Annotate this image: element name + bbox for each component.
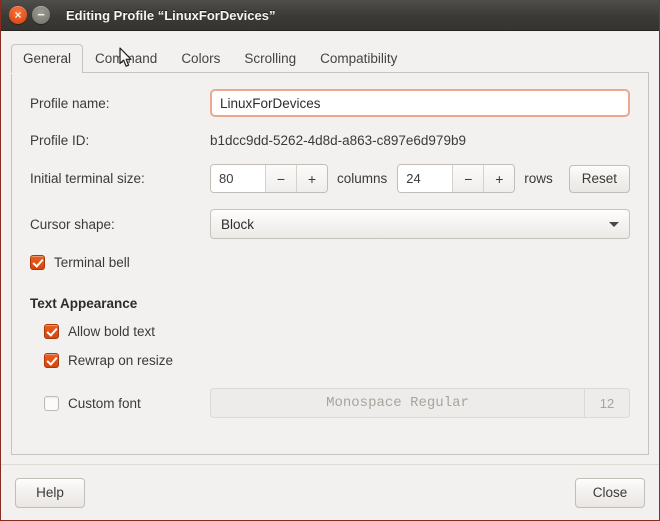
tab-command[interactable]: Command	[83, 44, 169, 73]
columns-unit-label: columns	[337, 171, 388, 186]
editing-profile-dialog: × − Editing Profile “LinuxForDevices” Ge…	[0, 0, 660, 521]
allow-bold-checkbox[interactable]	[44, 324, 59, 339]
columns-stepper[interactable]: 80 − +	[210, 164, 328, 193]
chevron-down-icon	[609, 221, 619, 227]
terminal-size-label: Initial terminal size:	[30, 171, 145, 186]
terminal-bell-label: Terminal bell	[54, 255, 130, 270]
title-bar: × − Editing Profile “LinuxForDevices”	[1, 0, 659, 31]
tab-compatibility-label: Compatibility	[320, 51, 398, 66]
text-appearance-heading: Text Appearance	[30, 296, 138, 311]
cursor-shape-value: Block	[221, 216, 255, 232]
cursor-shape-row: Cursor shape: Block	[30, 209, 630, 239]
close-window-button[interactable]: ×	[9, 6, 27, 24]
tab-compatibility[interactable]: Compatibility	[308, 44, 409, 73]
columns-value[interactable]: 80	[211, 165, 265, 192]
general-tab-panel: Profile name: LinuxForDevices Profile ID…	[11, 73, 649, 455]
allow-bold-label: Allow bold text	[68, 324, 156, 339]
tab-colors[interactable]: Colors	[169, 44, 232, 73]
terminal-bell-checkbox[interactable]	[30, 255, 45, 270]
rows-unit-label: rows	[524, 171, 553, 186]
custom-font-label: Custom font	[68, 395, 141, 411]
minimize-icon: −	[37, 7, 45, 22]
close-icon: ×	[14, 8, 22, 22]
tab-general-label: General	[23, 51, 72, 66]
rewrap-row[interactable]: Rewrap on resize	[44, 353, 630, 368]
cursor-shape-select[interactable]: Block	[210, 209, 630, 239]
profile-name-label: Profile name:	[30, 95, 110, 111]
custom-font-toggle[interactable]: Custom font	[44, 395, 210, 411]
tab-scrolling-label: Scrolling	[244, 51, 297, 66]
font-picker-button: Monospace Regular 12	[210, 388, 630, 418]
rows-increment-button[interactable]: +	[483, 165, 515, 192]
tab-bar: General Command Colors Scrolling Compati…	[11, 43, 649, 73]
close-button[interactable]: Close	[575, 477, 645, 508]
tab-colors-label: Colors	[181, 51, 221, 66]
rows-value[interactable]: 24	[398, 165, 453, 192]
dialog-action-bar: Help Close	[1, 464, 659, 520]
profile-id-value: b1dcc9dd-5262-4d8d-a863-c897e6d979b9	[210, 133, 466, 148]
allow-bold-row[interactable]: Allow bold text	[44, 324, 630, 339]
rewrap-checkbox[interactable]	[44, 353, 59, 368]
tab-scrolling[interactable]: Scrolling	[232, 44, 308, 73]
columns-decrement-button[interactable]: −	[265, 165, 296, 192]
reset-button[interactable]: Reset	[568, 164, 630, 193]
profile-name-input[interactable]: LinuxForDevices	[210, 89, 630, 117]
help-button[interactable]: Help	[15, 477, 85, 508]
profile-name-value: LinuxForDevices	[220, 95, 321, 111]
cursor-shape-label: Cursor shape:	[30, 216, 115, 232]
columns-increment-button[interactable]: +	[296, 165, 327, 192]
tab-general[interactable]: General	[11, 44, 84, 73]
custom-font-row: Custom font Monospace Regular 12	[44, 388, 630, 418]
window-title: Editing Profile “LinuxForDevices”	[66, 7, 276, 23]
font-size-value: 12	[584, 389, 629, 417]
profile-name-row: Profile name: LinuxForDevices	[30, 89, 630, 117]
rewrap-label: Rewrap on resize	[68, 353, 174, 368]
minimize-window-button[interactable]: −	[32, 6, 50, 24]
custom-font-checkbox[interactable]	[44, 395, 59, 411]
profile-id-label: Profile ID:	[30, 133, 90, 148]
terminal-size-row: Initial terminal size: 80 − + columns 24…	[30, 164, 630, 193]
terminal-bell-row[interactable]: Terminal bell	[30, 255, 630, 270]
profile-id-row: Profile ID: b1dcc9dd-5262-4d8d-a863-c897…	[30, 133, 630, 148]
tab-command-label: Command	[95, 51, 158, 66]
rows-stepper[interactable]: 24 − +	[397, 164, 516, 193]
font-name-value: Monospace Regular	[326, 395, 469, 411]
rows-decrement-button[interactable]: −	[452, 165, 484, 192]
